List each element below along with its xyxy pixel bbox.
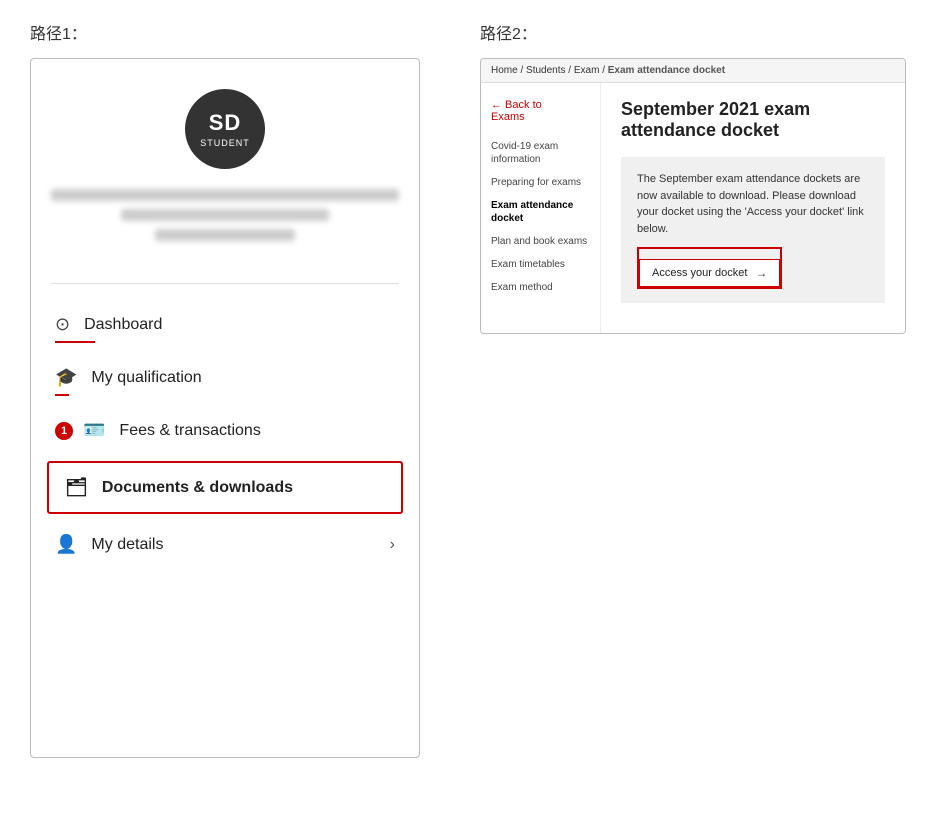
sidebar-preparing[interactable]: Preparing for exams bbox=[491, 171, 590, 194]
avatar-role: STUDENT bbox=[200, 138, 250, 148]
breadcrumb-exam[interactable]: Exam bbox=[574, 65, 600, 76]
main-content: September 2021 exam attendance docket Th… bbox=[601, 83, 905, 333]
nav-list: ⊙ Dashboard 🎓 My qualification 1 🪪 Fees … bbox=[31, 298, 419, 457]
sidebar-timetables[interactable]: Exam timetables bbox=[491, 253, 590, 276]
fees-icon: 🪪 bbox=[83, 420, 105, 441]
documents-icon: 🗂 bbox=[65, 477, 88, 498]
nav-item-details[interactable]: 👤 My details › bbox=[31, 518, 419, 571]
dashboard-icon: ⊙ bbox=[55, 314, 70, 335]
info-box: The September exam attendance dockets ar… bbox=[621, 157, 885, 303]
breadcrumb: Home / Students / Exam / Exam attendance… bbox=[481, 59, 905, 83]
access-button-label: Access your docket bbox=[652, 267, 747, 279]
browser-frame: Home / Students / Exam / Exam attendance… bbox=[480, 58, 906, 334]
avatar-area: SD STUDENT bbox=[31, 89, 419, 269]
path1-section: 路径1： SD STUDENT ⊙ Dashboard bbox=[30, 20, 420, 758]
person-icon: 👤 bbox=[55, 534, 77, 555]
back-link[interactable]: ← Back to Exams bbox=[491, 99, 590, 123]
back-link-label: Exams bbox=[491, 111, 590, 123]
page-title: September 2021 exam attendance docket bbox=[621, 99, 885, 141]
nav-divider bbox=[51, 283, 399, 284]
fees-badge: 1 bbox=[55, 422, 73, 440]
path2-section: 路径2： Home / Students / Exam / Exam atten… bbox=[480, 20, 906, 758]
breadcrumb-students[interactable]: Students bbox=[526, 65, 565, 76]
breadcrumb-current: Exam attendance docket bbox=[608, 65, 725, 76]
nav-item-fees[interactable]: 1 🪪 Fees & transactions bbox=[31, 404, 419, 457]
qualification-underline bbox=[55, 394, 69, 396]
back-arrow-icon: ← Back to bbox=[491, 99, 590, 111]
info-box-text: The September exam attendance dockets ar… bbox=[637, 173, 864, 235]
blur-line-1 bbox=[51, 189, 399, 201]
path1-label: 路径1： bbox=[30, 20, 420, 44]
content-area: ← Back to Exams Covid-19 exam informatio… bbox=[481, 83, 905, 333]
nav-list-bottom: 👤 My details › bbox=[31, 518, 419, 571]
nav-item-documents[interactable]: 🗂 Documents & downloads bbox=[47, 461, 403, 514]
breadcrumb-home[interactable]: Home bbox=[491, 65, 518, 76]
nav-qualification-label: My qualification bbox=[91, 369, 201, 387]
avatar-initials: SD bbox=[209, 110, 242, 136]
nav-underline bbox=[55, 341, 95, 343]
nav-fees-label: Fees & transactions bbox=[119, 422, 260, 440]
phone-frame: SD STUDENT ⊙ Dashboard 🎓 My bbox=[30, 58, 420, 758]
blur-line-2 bbox=[121, 209, 330, 221]
nav-item-qualification[interactable]: 🎓 My qualification bbox=[31, 351, 419, 404]
path2-label: 路径2： bbox=[480, 20, 906, 44]
sidebar-covid[interactable]: Covid-19 exam information bbox=[491, 135, 590, 171]
button-arrow-icon: → bbox=[755, 266, 767, 280]
blur-line-3 bbox=[155, 229, 294, 241]
blurred-user-info bbox=[51, 189, 399, 249]
nav-details-label: My details bbox=[91, 536, 163, 554]
sidebar-attendance[interactable]: Exam attendance docket bbox=[491, 194, 590, 230]
sidebar-method[interactable]: Exam method bbox=[491, 276, 590, 299]
qualification-icon: 🎓 bbox=[55, 367, 77, 388]
page-header: 路径1： SD STUDENT ⊙ Dashboard bbox=[30, 20, 906, 758]
left-sidebar: ← Back to Exams Covid-19 exam informatio… bbox=[481, 83, 601, 333]
documents-label: Documents & downloads bbox=[102, 479, 293, 497]
sidebar-plan[interactable]: Plan and book exams bbox=[491, 230, 590, 253]
avatar: SD STUDENT bbox=[185, 89, 265, 169]
nav-dashboard-label: Dashboard bbox=[84, 316, 162, 334]
nav-item-dashboard[interactable]: ⊙ Dashboard bbox=[31, 298, 419, 351]
arrow-icon: › bbox=[390, 536, 395, 554]
sidebar-menu: Covid-19 exam information Preparing for … bbox=[491, 135, 590, 299]
access-docket-button-wrapper: Access your docket → bbox=[637, 247, 782, 289]
access-docket-button[interactable]: Access your docket → bbox=[639, 259, 780, 287]
